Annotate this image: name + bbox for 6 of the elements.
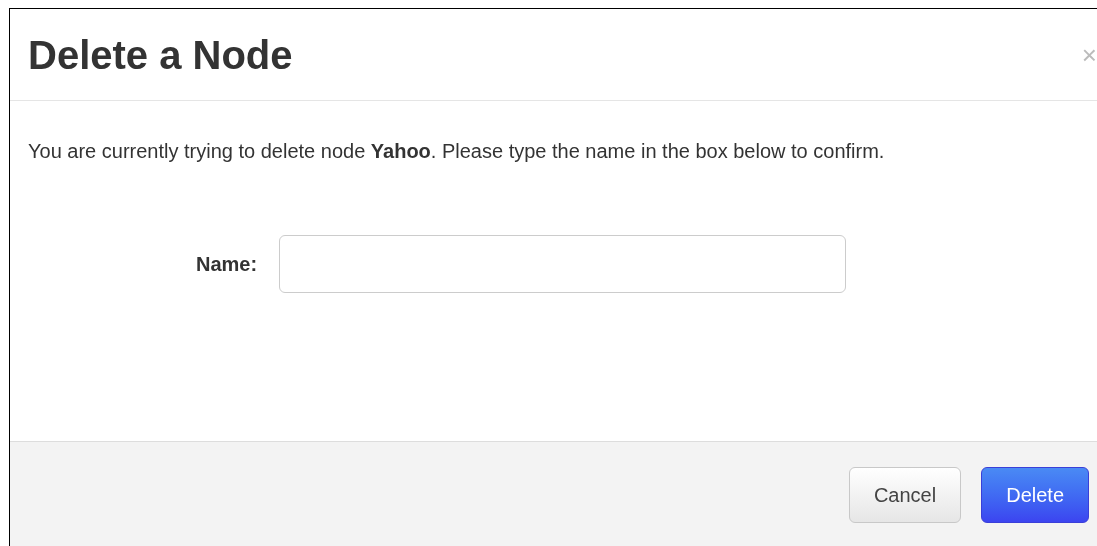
- confirmation-message: You are currently trying to delete node Yahoo. Please type the name in the box below to confirm.: [28, 139, 886, 164]
- delete-button[interactable]: Delete: [981, 467, 1089, 523]
- name-label: Name:: [196, 252, 258, 277]
- cancel-button[interactable]: Cancel: [848, 467, 962, 523]
- name-field[interactable]: [279, 235, 847, 293]
- dialog-title: Delete a Node: [28, 31, 293, 79]
